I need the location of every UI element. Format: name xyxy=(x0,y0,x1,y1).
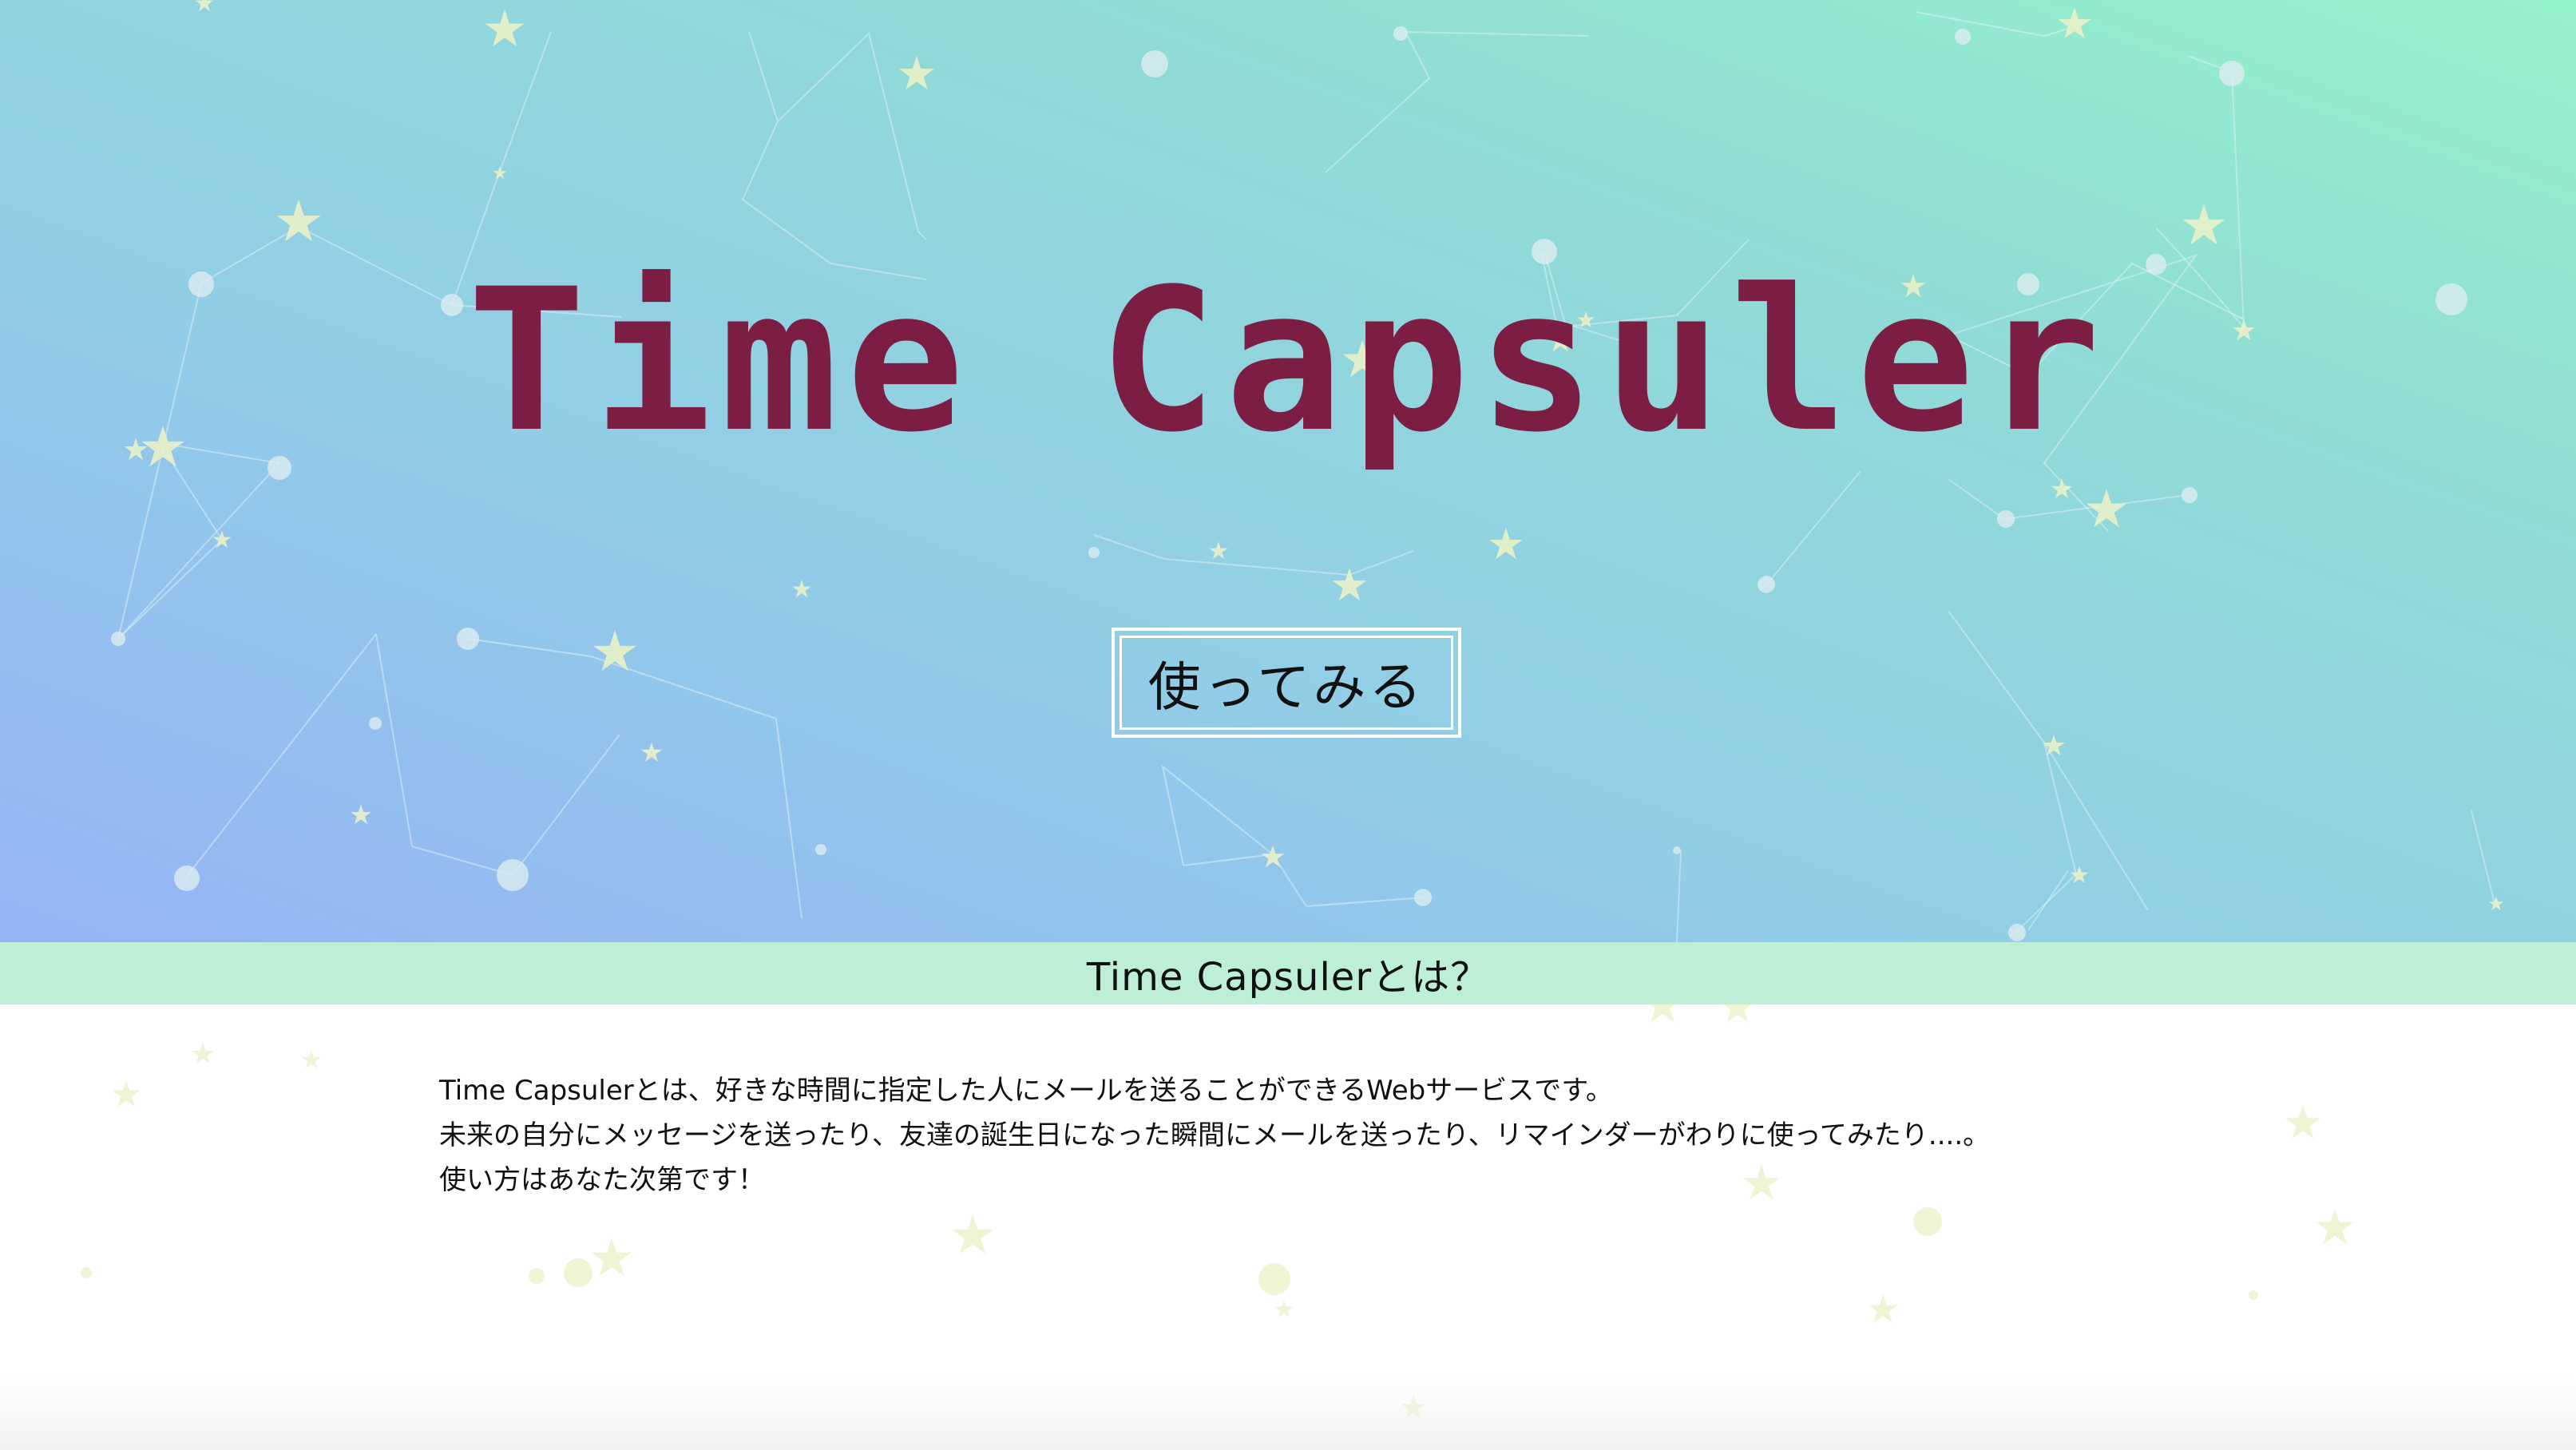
svg-text:★: ★ xyxy=(2083,478,2130,540)
svg-text:★: ★ xyxy=(2179,192,2229,258)
svg-text:★: ★ xyxy=(194,0,216,18)
description-line-3: 使い方はあなた次第です！ xyxy=(439,1164,765,1196)
svg-text:★: ★ xyxy=(190,1038,216,1071)
svg-text:★: ★ xyxy=(300,1044,323,1075)
about-section-header: Time Capsulerとは？ xyxy=(0,942,2576,1004)
svg-text:★: ★ xyxy=(1487,519,1525,569)
constellation-lines xyxy=(117,11,2496,942)
svg-text:★: ★ xyxy=(2487,893,2505,915)
svg-text:★: ★ xyxy=(2069,862,2091,889)
svg-text:★: ★ xyxy=(1640,1004,1685,1034)
svg-text:★: ★ xyxy=(273,188,325,255)
svg-text:★: ★ xyxy=(2282,1095,2324,1150)
svg-text:★: ★ xyxy=(896,46,937,101)
try-it-button[interactable]: 使ってみる xyxy=(1112,628,1461,738)
svg-text:★: ★ xyxy=(2312,1198,2357,1256)
svg-text:★: ★ xyxy=(2055,0,2094,49)
svg-text:★: ★ xyxy=(588,1227,635,1289)
svg-text:★: ★ xyxy=(1865,1287,1900,1332)
hero-section: ★ ★ ★ ★ ★ ★ ★ ★ ★ ★ ★ ★ ★ ★ ★ ★ ★ ★ ★ ★ … xyxy=(0,0,2576,942)
about-heading: Time Capsulerとは？ xyxy=(1086,955,1490,1000)
description-line-1: Time Capsulerとは、好きな時間に指定した人にメールを送ることができる… xyxy=(439,1075,1613,1107)
svg-text:★: ★ xyxy=(1718,1004,1758,1033)
svg-text:★: ★ xyxy=(349,799,373,831)
svg-text:★: ★ xyxy=(492,164,508,184)
svg-text:★: ★ xyxy=(482,0,527,59)
about-description: Time Capsulerとは、好きな時間に指定した人にメールを送ることができる… xyxy=(439,1068,2164,1202)
try-it-button-label: 使ってみる xyxy=(1120,636,1453,730)
svg-text:★: ★ xyxy=(212,526,233,554)
svg-text:★: ★ xyxy=(1259,839,1286,874)
svg-text:★: ★ xyxy=(1330,560,1369,612)
svg-text:★: ★ xyxy=(109,1072,142,1115)
page-bottom-fade xyxy=(0,1378,2576,1450)
svg-text:★: ★ xyxy=(949,1204,997,1267)
svg-text:★: ★ xyxy=(791,576,813,604)
svg-text:★: ★ xyxy=(2050,473,2074,505)
app-title: Time Capsuler xyxy=(467,248,2109,476)
svg-text:★: ★ xyxy=(1274,1296,1295,1324)
svg-text:★: ★ xyxy=(2041,730,2067,763)
svg-text:★: ★ xyxy=(640,737,664,769)
svg-text:★: ★ xyxy=(1208,537,1230,565)
svg-text:★: ★ xyxy=(590,619,640,684)
description-line-2: 未来の自分にメッセージを送ったり、友達の誕生日になった瞬間にメールを送ったり、リ… xyxy=(439,1119,1991,1151)
